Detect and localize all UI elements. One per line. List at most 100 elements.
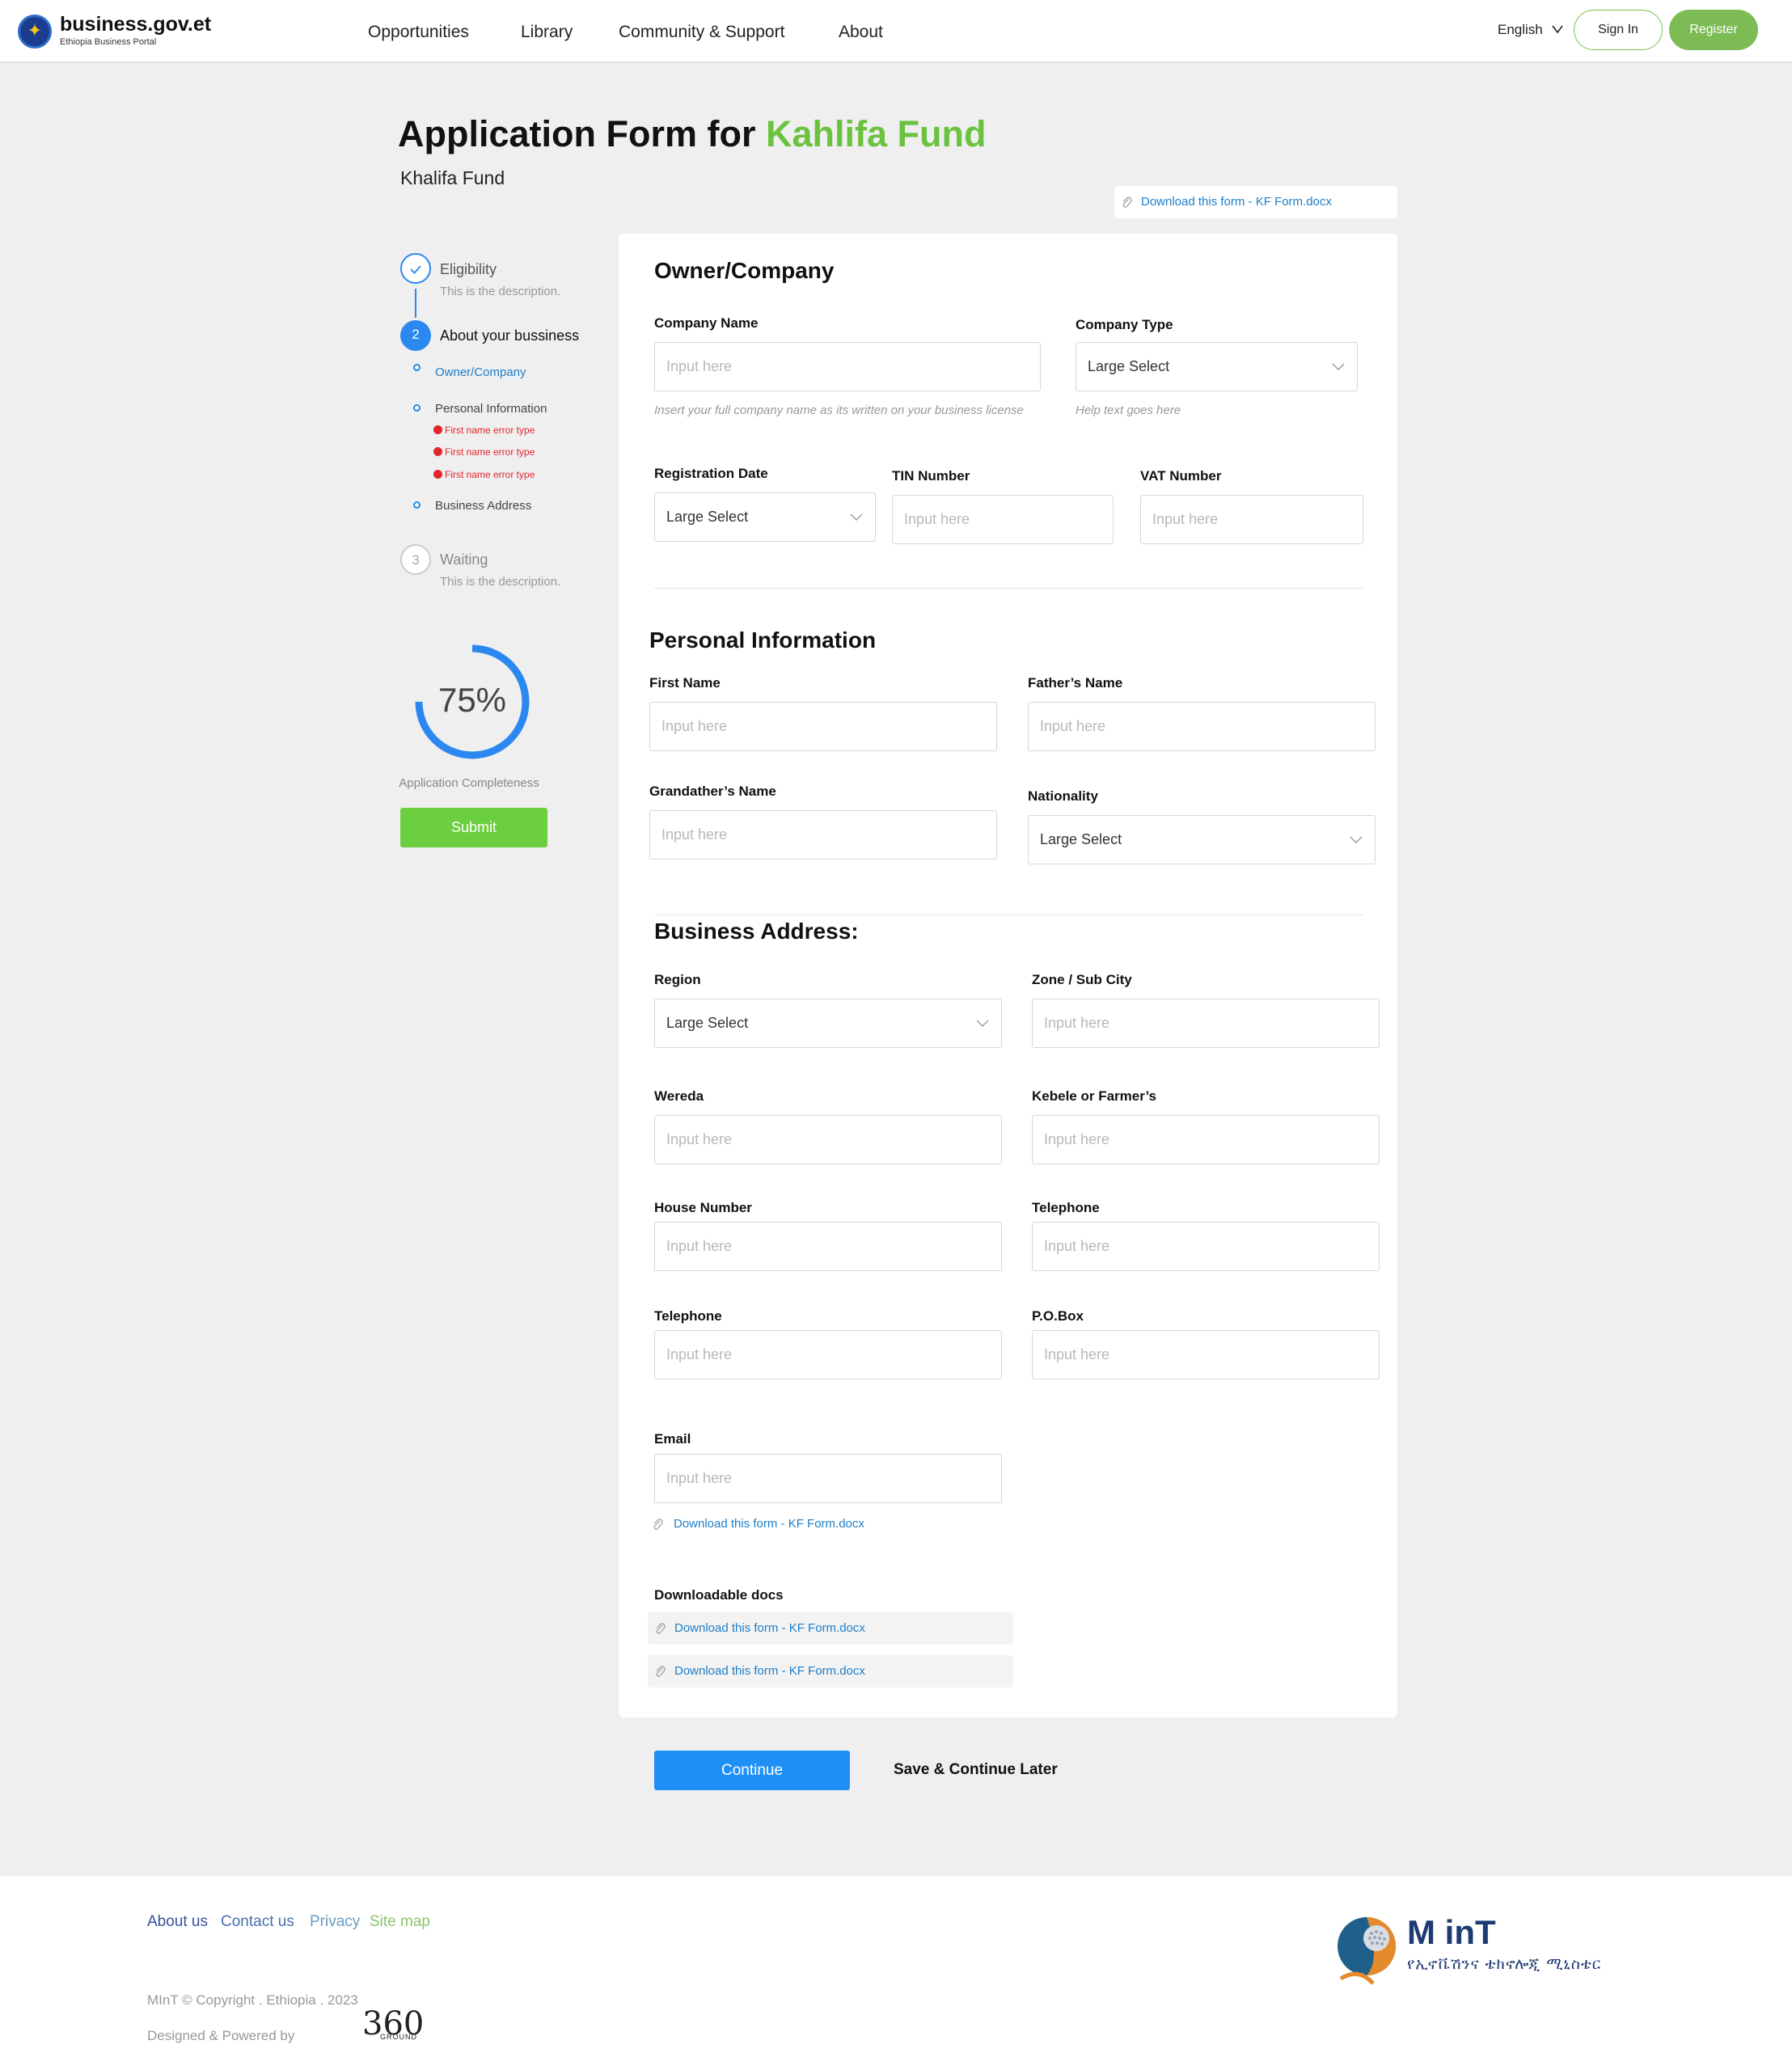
- step-eligibility-description: This is the description.: [440, 285, 561, 298]
- label-grandfathers-name: Grandather’s Name: [649, 784, 776, 799]
- downloadable-doc-item[interactable]: Download this form - KF Form.docx: [648, 1612, 1013, 1645]
- substep-personal-information[interactable]: Personal Information: [435, 402, 547, 416]
- submit-button[interactable]: Submit: [400, 808, 547, 847]
- step-eligibility-title[interactable]: Eligibility: [440, 261, 497, 278]
- footer-link-about-us[interactable]: About us: [147, 1913, 208, 1931]
- substep-owner-company[interactable]: Owner/Company: [435, 365, 526, 379]
- telephone-input[interactable]: Input here: [1032, 1222, 1380, 1271]
- downloadable-doc-item[interactable]: Download this form - KF Form.docx: [648, 1655, 1013, 1688]
- label-po-box: P.O.Box: [1032, 1308, 1084, 1324]
- continue-button[interactable]: Continue: [654, 1751, 850, 1790]
- house-number-input[interactable]: Input here: [654, 1222, 1002, 1271]
- paperclip-icon: [1122, 196, 1132, 208]
- label-company-name: Company Name: [654, 315, 759, 331]
- mint-logo-amharic: የኢኖቬሽንና ቴክኖሎጂ ሚኒስቴር: [1407, 1955, 1602, 1973]
- substep-dot: [413, 364, 421, 371]
- chevron-down-icon: [1332, 363, 1345, 370]
- nav-library[interactable]: Library: [521, 23, 573, 42]
- tin-number-input[interactable]: Input here: [892, 495, 1114, 544]
- top-header: ✦ business.gov.et Ethiopia Business Port…: [0, 0, 1792, 63]
- zone-input[interactable]: Input here: [1032, 999, 1380, 1048]
- vat-number-input[interactable]: Input here: [1140, 495, 1363, 544]
- download-form-link-top[interactable]: Download this form - KF Form.docx: [1114, 186, 1397, 218]
- nationality-select[interactable]: Large Select: [1028, 815, 1376, 864]
- error-icon: [433, 425, 442, 434]
- grandfathers-name-input[interactable]: Input here: [649, 810, 997, 860]
- nav-opportunities[interactable]: Opportunities: [368, 23, 469, 42]
- label-fathers-name: Father’s Name: [1028, 675, 1123, 691]
- substep-error: First name error type: [445, 469, 535, 480]
- completeness-percent: 75%: [437, 681, 507, 719]
- company-type-select[interactable]: Large Select: [1076, 342, 1358, 391]
- downloadable-doc-text[interactable]: Download this form - KF Form.docx: [674, 1664, 865, 1678]
- register-button[interactable]: Register: [1669, 10, 1758, 50]
- telephone-input[interactable]: Input here: [654, 1330, 1002, 1379]
- substep-dot: [413, 501, 421, 509]
- chevron-down-icon: [976, 1020, 989, 1027]
- label-region: Region: [654, 972, 701, 987]
- save-continue-later-button[interactable]: Save & Continue Later: [894, 1761, 1058, 1779]
- download-form-link[interactable]: Download this form - KF Form.docx: [674, 1517, 864, 1531]
- chevron-down-icon: [1350, 836, 1363, 843]
- company-type-help: Help text goes here: [1076, 403, 1181, 417]
- language-selector[interactable]: English: [1498, 22, 1543, 38]
- label-telephone: Telephone: [654, 1308, 722, 1324]
- registration-date-select[interactable]: Large Select: [654, 492, 876, 542]
- check-icon: [410, 265, 421, 274]
- label-kebele: Kebele or Farmer’s: [1032, 1088, 1157, 1104]
- nav-about[interactable]: About: [839, 23, 883, 42]
- wereda-input[interactable]: Input here: [654, 1115, 1002, 1164]
- substep-business-address[interactable]: Business Address: [435, 499, 531, 513]
- label-email: Email: [654, 1431, 691, 1447]
- step-connector: [415, 289, 416, 318]
- section-owner-company: Owner/Company: [654, 258, 835, 283]
- step-eligibility-circle[interactable]: [400, 253, 431, 284]
- label-registration-date: Registration Date: [654, 466, 768, 481]
- email-input[interactable]: Input here: [654, 1454, 1002, 1503]
- substep-error: First name error type: [445, 446, 535, 458]
- footer-link-privacy[interactable]: Privacy: [310, 1913, 360, 1931]
- nav-community-support[interactable]: Community & Support: [619, 23, 784, 42]
- error-icon: [433, 470, 442, 479]
- page-subtitle: Khalifa Fund: [400, 167, 505, 188]
- section-personal-information: Personal Information: [649, 627, 877, 653]
- step-waiting-circle[interactable]: 3: [400, 544, 431, 575]
- label-telephone: Telephone: [1032, 1200, 1100, 1215]
- brand-title[interactable]: business.gov.et: [60, 13, 211, 36]
- section-business-address: Business Address:: [654, 919, 859, 944]
- mint-logo-icon[interactable]: [1334, 1911, 1399, 1988]
- fathers-name-input[interactable]: Input here: [1028, 702, 1376, 751]
- 360-ground-logo-sub: GROUND: [380, 2033, 417, 2041]
- po-box-input[interactable]: Input here: [1032, 1330, 1380, 1379]
- chevron-down-icon[interactable]: [1551, 23, 1564, 36]
- label-zone: Zone / Sub City: [1032, 972, 1132, 987]
- label-wereda: Wereda: [654, 1088, 704, 1104]
- page-title-accent: Kahlifa Fund: [766, 113, 987, 154]
- substep-dot: [413, 404, 421, 412]
- kebele-input[interactable]: Input here: [1032, 1115, 1380, 1164]
- download-form-text[interactable]: Download this form - KF Form.docx: [1141, 195, 1332, 209]
- step-business-circle[interactable]: 2: [400, 320, 431, 351]
- label-company-type: Company Type: [1076, 317, 1173, 332]
- downloadable-doc-text[interactable]: Download this form - KF Form.docx: [674, 1621, 865, 1635]
- footer-link-site-map[interactable]: Site map: [370, 1913, 430, 1931]
- page-title-prefix: Application Form for: [398, 113, 766, 154]
- region-value: Large Select: [666, 1015, 749, 1031]
- region-select[interactable]: Large Select: [654, 999, 1002, 1048]
- company-name-input[interactable]: Input here: [654, 342, 1041, 391]
- mint-logo-title: M inT: [1407, 1913, 1496, 1951]
- sign-in-button[interactable]: Sign In: [1574, 10, 1663, 50]
- footer-link-contact-us[interactable]: Contact us: [221, 1913, 294, 1931]
- paperclip-icon: [656, 1666, 666, 1677]
- step-waiting-description: This is the description.: [440, 575, 561, 589]
- step-waiting-title[interactable]: Waiting: [440, 551, 488, 568]
- page-title: Application Form for Kahlifa Fund: [398, 113, 986, 155]
- label-first-name: First Name: [649, 675, 721, 691]
- first-name-input[interactable]: Input here: [649, 702, 997, 751]
- step-business-title[interactable]: About your bussiness: [440, 327, 579, 344]
- paperclip-icon: [656, 1623, 666, 1634]
- nationality-value: Large Select: [1040, 831, 1122, 847]
- label-tin-number: TIN Number: [892, 468, 970, 484]
- substep-error: First name error type: [445, 425, 535, 436]
- ethiopia-emblem-icon[interactable]: ✦: [18, 15, 52, 49]
